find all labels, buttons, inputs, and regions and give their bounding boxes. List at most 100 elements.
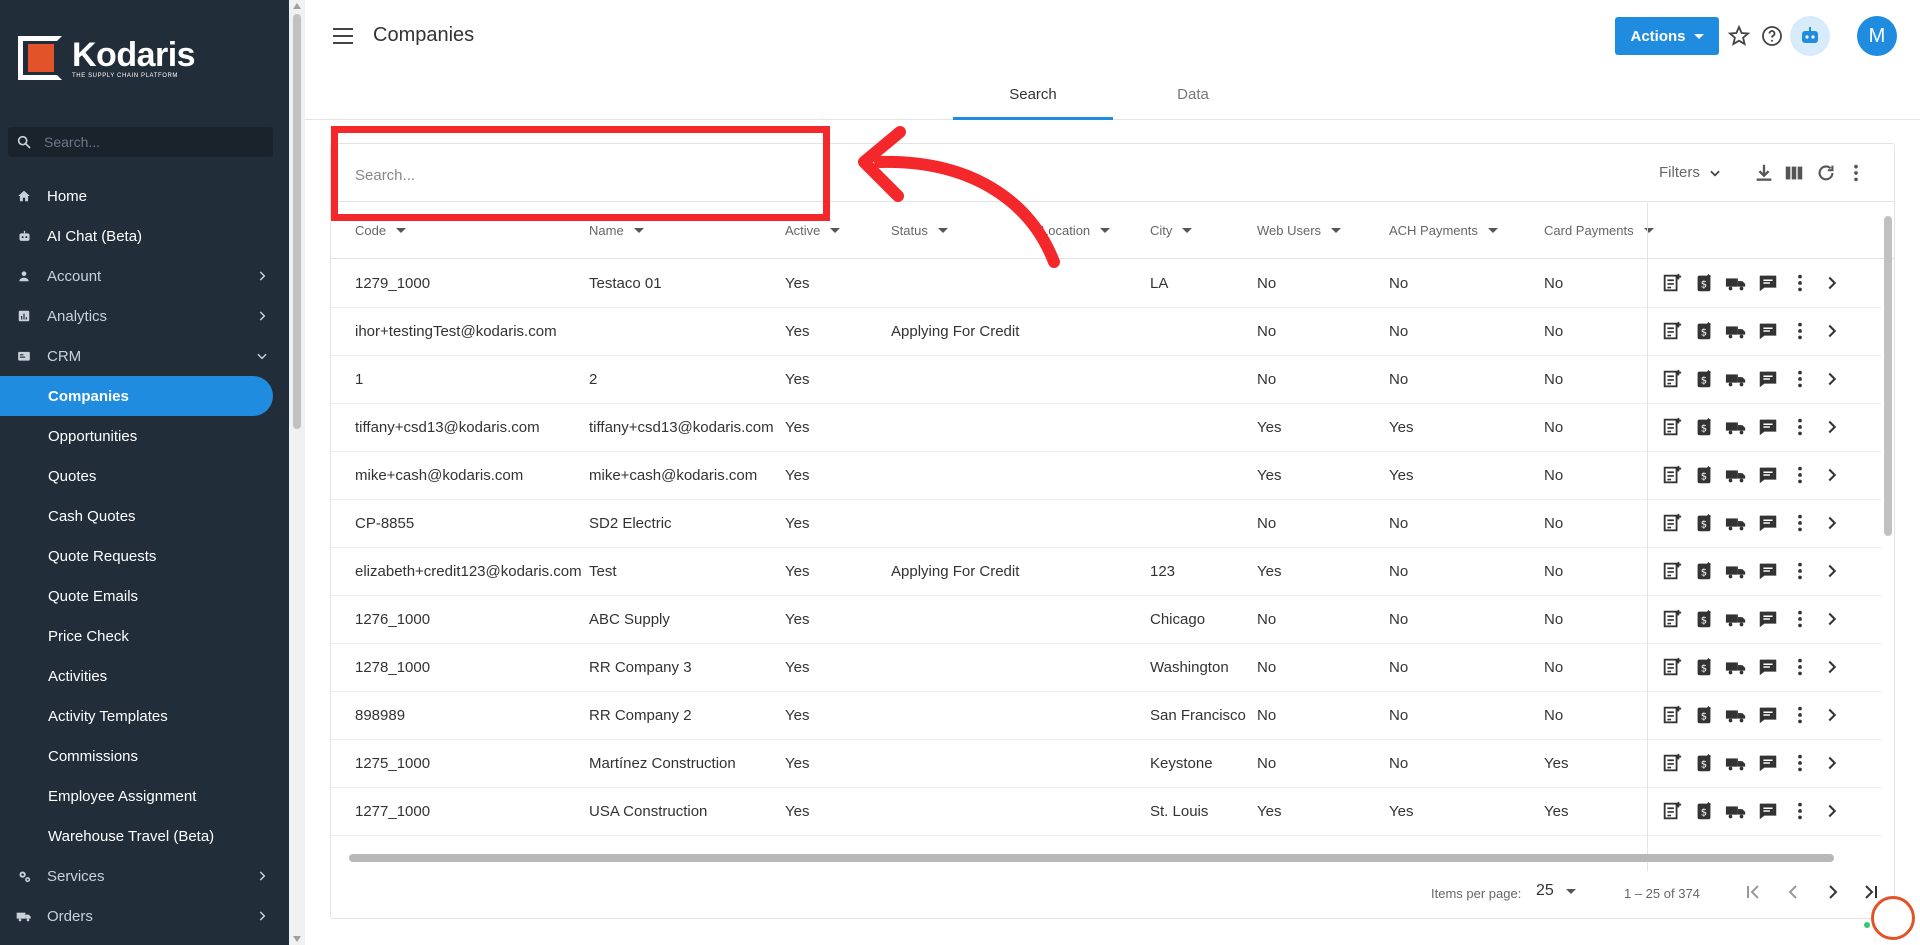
chevron-right-icon[interactable] (1821, 416, 1843, 438)
comment-icon[interactable] (1757, 800, 1779, 822)
sidebar-item-employee-assignment[interactable]: Employee Assignment (0, 776, 289, 816)
sidebar-item-account[interactable]: Account (0, 256, 289, 296)
sidebar-item-orders[interactable]: Orders (0, 896, 289, 936)
page-size-select[interactable]: 25 (1536, 882, 1576, 900)
filters-button[interactable]: Filters (1659, 164, 1722, 181)
table-row[interactable]: 1276_1000 ABC Supply Yes Chicago No No No $ (331, 596, 1881, 644)
price-tag-icon[interactable]: $ (1693, 272, 1715, 294)
menu-icon[interactable] (333, 28, 353, 44)
column-header-ach-payments[interactable]: ACH Payments (1389, 223, 1498, 238)
sidebar-item-activity-templates[interactable]: Activity Templates (0, 696, 289, 736)
comment-icon[interactable] (1757, 704, 1779, 726)
add-note-icon[interactable] (1661, 416, 1683, 438)
sidebar-item-companies[interactable]: Companies (0, 376, 273, 416)
add-note-icon[interactable] (1661, 512, 1683, 534)
next-page-icon[interactable] (1821, 880, 1845, 904)
price-tag-icon[interactable]: $ (1693, 704, 1715, 726)
kodaris-logo[interactable]: Kodaris THE SUPPLY CHAIN PLATFORM (18, 36, 196, 80)
shipping-icon[interactable] (1725, 608, 1747, 630)
sidebar-item-home[interactable]: Home (0, 176, 289, 216)
shipping-icon[interactable] (1725, 560, 1747, 582)
table-row[interactable]: ihor+testingTest@kodaris.com Yes Applying … (331, 308, 1881, 356)
more-vert-icon[interactable] (1789, 512, 1811, 534)
table-horizontal-scrollbar[interactable] (331, 852, 1894, 864)
table-vertical-scrollbar[interactable] (1882, 204, 1894, 846)
table-row[interactable]: 1 2 Yes No No No $ (331, 356, 1881, 404)
comment-icon[interactable] (1757, 512, 1779, 534)
add-note-icon[interactable] (1661, 656, 1683, 678)
chevron-right-icon[interactable] (1821, 800, 1843, 822)
ai-assistant-button[interactable] (1790, 16, 1830, 56)
comment-icon[interactable] (1757, 752, 1779, 774)
more-vert-icon[interactable] (1789, 416, 1811, 438)
refresh-icon[interactable] (1815, 162, 1837, 184)
previous-page-icon[interactable] (1781, 880, 1805, 904)
price-tag-icon[interactable]: $ (1693, 608, 1715, 630)
more-vert-icon[interactable] (1789, 704, 1811, 726)
add-note-icon[interactable] (1661, 368, 1683, 390)
add-note-icon[interactable] (1661, 752, 1683, 774)
download-icon[interactable] (1753, 162, 1775, 184)
comment-icon[interactable] (1757, 464, 1779, 486)
sidebar-item-ai-chat[interactable]: AI Chat (Beta) (0, 216, 289, 256)
sidebar-search-input[interactable] (44, 134, 254, 150)
price-tag-icon[interactable]: $ (1693, 656, 1715, 678)
more-vert-icon[interactable] (1789, 752, 1811, 774)
comment-icon[interactable] (1757, 272, 1779, 294)
help-icon[interactable] (1760, 24, 1784, 48)
comment-icon[interactable] (1757, 608, 1779, 630)
price-tag-icon[interactable]: $ (1693, 416, 1715, 438)
table-row[interactable]: 1278_1000 RR Company 3 Yes Washington No No No… (331, 644, 1881, 692)
more-vert-icon[interactable] (1789, 608, 1811, 630)
sidebar-item-crm[interactable]: CRM (0, 336, 289, 376)
shipping-icon[interactable] (1725, 800, 1747, 822)
shipping-icon[interactable] (1725, 464, 1747, 486)
price-tag-icon[interactable]: $ (1693, 464, 1715, 486)
sidebar-item-warehouse-travel[interactable]: Warehouse Travel (Beta) (0, 816, 289, 856)
more-vert-icon[interactable] (1789, 320, 1811, 342)
column-header-active[interactable]: Active (785, 223, 841, 238)
column-header-code[interactable]: Code (355, 223, 407, 238)
shipping-icon[interactable] (1725, 320, 1747, 342)
more-vert-icon[interactable] (1789, 464, 1811, 486)
sidebar-item-commissions[interactable]: Commissions (0, 736, 289, 776)
table-row[interactable]: 1275_1000 Martínez Construction Yes Keyston… (331, 740, 1881, 788)
add-note-icon[interactable] (1661, 272, 1683, 294)
add-note-icon[interactable] (1661, 704, 1683, 726)
chevron-right-icon[interactable] (1821, 272, 1843, 294)
table-row[interactable]: 1277_1000 USA Construction Yes St. Louis Yes… (331, 788, 1881, 836)
shipping-icon[interactable] (1725, 416, 1747, 438)
column-header-name[interactable]: Name (589, 223, 644, 238)
table-row[interactable]: elizabeth+credit123@kodaris.com Test Yes Ap… (331, 548, 1881, 596)
price-tag-icon[interactable]: $ (1693, 512, 1715, 534)
table-row[interactable]: 898989 RR Company 2 Yes San Francisco No No No… (331, 692, 1881, 740)
sidebar-scrollbar[interactable] (289, 0, 305, 945)
tab-data[interactable]: Data (1113, 72, 1273, 120)
shipping-icon[interactable] (1725, 704, 1747, 726)
more-vert-icon[interactable] (1789, 560, 1811, 582)
shipping-icon[interactable] (1725, 752, 1747, 774)
more-vert-icon[interactable] (1789, 656, 1811, 678)
comment-icon[interactable] (1757, 656, 1779, 678)
table-row[interactable]: CP-8855 SD2 Electric Yes No No No $ (331, 500, 1881, 548)
add-note-icon[interactable] (1661, 464, 1683, 486)
comment-icon[interactable] (1757, 368, 1779, 390)
chevron-right-icon[interactable] (1821, 608, 1843, 630)
add-note-icon[interactable] (1661, 560, 1683, 582)
star-icon[interactable] (1727, 24, 1751, 48)
chevron-right-icon[interactable] (1821, 560, 1843, 582)
avatar[interactable]: M (1857, 16, 1897, 56)
sidebar-search[interactable] (8, 127, 273, 157)
more-vert-icon[interactable] (1789, 800, 1811, 822)
price-tag-icon[interactable]: $ (1693, 320, 1715, 342)
shipping-icon[interactable] (1725, 656, 1747, 678)
tab-search[interactable]: Search (953, 72, 1113, 120)
column-header-web-users[interactable]: Web Users (1257, 223, 1342, 238)
sidebar-item-quotes[interactable]: Quotes (0, 456, 289, 496)
table-row[interactable]: tiffany+csd13@kodaris.com tiffany+csd13@k… (331, 404, 1881, 452)
shipping-icon[interactable] (1725, 512, 1747, 534)
chevron-right-icon[interactable] (1821, 368, 1843, 390)
add-note-icon[interactable] (1661, 320, 1683, 342)
add-note-icon[interactable] (1661, 800, 1683, 822)
sidebar-item-quote-emails[interactable]: Quote Emails (0, 576, 289, 616)
